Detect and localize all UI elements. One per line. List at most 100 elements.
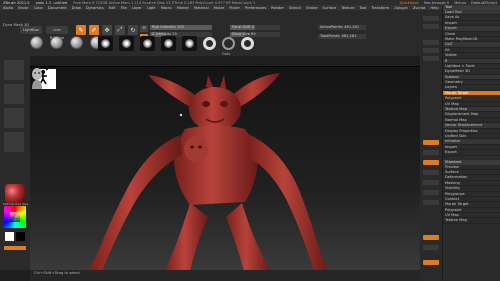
menu-surface[interactable]: Surface [323,6,337,10]
alpha-preview-button[interactable] [4,108,24,128]
alpha-thumbnail-5[interactable] [182,36,197,51]
menu-color[interactable]: Color [34,6,43,10]
spix-button[interactable] [423,24,439,29]
move-button[interactable]: ✥ [102,25,112,35]
alpha-thumbnail-4[interactable] [161,36,176,51]
local-button[interactable] [423,160,439,165]
menu-zscript[interactable]: Zscript [413,6,425,10]
polyf-button[interactable] [423,235,439,240]
stroke-preview-button[interactable] [4,84,24,104]
zoom3d-button[interactable] [423,190,439,195]
active-points-readout: ActivePoints: 461,281 [318,25,366,30]
menu-alpha[interactable]: Alpha [3,6,13,10]
top-shelf: Dyna Mesh 3D LightBox Live Boolean ✎ ✐ ✥… [0,10,420,56]
gradient-toggle[interactable] [4,246,26,250]
color-picker[interactable] [4,206,26,228]
edit-button[interactable]: ✎ [76,25,86,35]
alpha-dot-icon [101,39,110,48]
move-view-button[interactable] [423,180,439,185]
menu-stroke[interactable]: Stroke [306,6,317,10]
bpr-button[interactable] [423,16,439,21]
alpha-thumbnail-3[interactable] [140,36,155,51]
persp-button[interactable] [423,140,439,145]
quicksave-button[interactable]: QuickSave [400,1,419,5]
see-through-slider[interactable]: See-through 0 [424,1,450,5]
alpha-dot-icon [143,39,152,48]
menu-marker[interactable]: Marker [177,6,189,10]
brush-move-button[interactable] [70,36,83,49]
brush-claybuildup-button[interactable] [50,36,63,49]
viewport-footer: Ctrl+Shift+Drag to select [30,270,420,281]
menu-tool[interactable]: Tool [359,6,366,10]
menu-document[interactable]: Document [48,6,67,10]
menu-brush[interactable]: Brush [18,6,28,10]
menu-preferences[interactable]: Preferences [245,6,266,10]
footer-hint: Ctrl+Shift+Drag to select [34,271,80,275]
menus-button[interactable]: Menus [454,1,466,5]
menu-movie[interactable]: Movie [214,6,225,10]
brush-preview-button[interactable] [4,60,24,80]
focal-shift-slider[interactable]: Focal Shift 0 [230,25,280,30]
main-color-swatch[interactable] [5,232,14,241]
menu-layer[interactable]: Layer [132,6,142,10]
edit-icon: ✎ [78,26,84,34]
zoom-button[interactable] [423,48,439,53]
solo-button[interactable] [423,260,439,265]
sculpt-model[interactable] [30,67,420,270]
scale-button[interactable]: ⤢ [115,25,125,35]
color-swatches [5,232,25,241]
menu-file[interactable]: File [121,6,127,10]
draw-button[interactable]: ✐ [89,25,99,35]
menu-render[interactable]: Render [271,6,284,10]
texture-preview-button[interactable] [4,132,24,152]
alpha-dot-icon [122,39,131,48]
right-shelf [420,10,442,281]
menu-stencil[interactable]: Stencil [289,6,301,10]
menu-light[interactable]: Light [147,6,156,10]
document-canvas[interactable] [30,66,420,270]
left-shelf: MatCap Red Wax [0,56,30,270]
shelf-mode-buttons: LightBox Live Boolean [20,26,68,40]
live-boolean-button[interactable]: Live Boolean [46,26,68,40]
alpha-thumbnail-2[interactable] [119,36,134,51]
menu-material[interactable]: Material [194,6,209,10]
total-points-readout: TotalPoints: 461,281 [318,34,366,39]
secondary-color-swatch[interactable] [16,232,25,241]
scroll-button[interactable] [423,40,439,45]
menu-texture[interactable]: Texture [341,6,354,10]
brush-standard-button[interactable] [30,36,43,49]
tool-palette: Tool Load Tool Save As Import Export Clone Ma… [442,5,500,281]
subpalette-item[interactable]: Texture Map [443,218,500,224]
rgb-intensity-slider[interactable]: Rgb Intensity 100 [150,25,212,30]
alpha-thumbnail-1[interactable] [98,36,113,51]
app-title: ZBrush 2021.5 [3,0,30,5]
menu-transform[interactable]: Transform [371,6,389,10]
alpha-dot-icon [164,39,173,48]
menu-draw[interactable]: Draw [72,6,81,10]
ring-brush-icon[interactable] [203,37,216,50]
draw-icon: ✐ [91,26,97,34]
rotate-button[interactable]: ↻ [128,25,138,35]
transp-button[interactable] [423,245,439,250]
floor-button[interactable] [423,150,439,155]
default-zscript-button[interactable]: DefaultZScript [471,1,497,5]
transform-buttons: ✎ ✐ ✥ ⤢ ↻ [76,25,138,35]
menu-edit[interactable]: Edit [109,6,116,10]
frame-button[interactable] [423,170,439,175]
material-preview-button[interactable] [5,184,25,204]
actual-button[interactable] [423,56,439,61]
focal-shift-label: Focal Shift 0 [232,25,255,29]
ring-brush-alt-icon[interactable] [222,37,235,50]
menu-macro[interactable]: Macro [161,6,172,10]
rotate-view-button[interactable] [423,200,439,205]
menu-picker[interactable]: Picker [229,6,240,10]
mrgb-button[interactable]: M [140,25,148,32]
point-counters: ActivePoints: 461,281 TotalPoints: 461,2… [318,25,366,41]
menu-dynamics[interactable]: Dynamics [86,6,104,10]
rotate-icon: ↻ [130,26,136,34]
menu-zplugin[interactable]: Zplugin [394,6,408,10]
palette-item[interactable]: Export [443,150,500,156]
menu-help[interactable]: Help [430,6,438,10]
ring-brush-large-icon[interactable] [241,37,254,50]
lightbox-button[interactable]: LightBox [20,26,42,34]
